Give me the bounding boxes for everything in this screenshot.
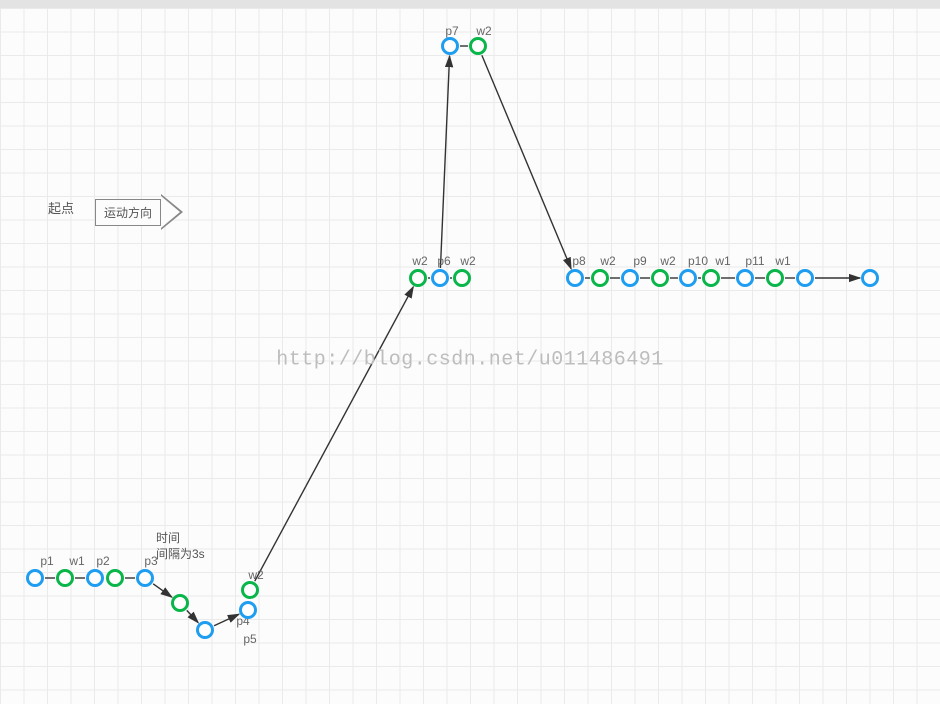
node-label: p7 [445, 24, 458, 38]
node-label: w2 [600, 254, 615, 268]
node-label: w1 [69, 554, 84, 568]
node-label: p8 [572, 254, 585, 268]
edge [255, 287, 414, 581]
p-node [679, 269, 697, 287]
node-label: p1 [40, 554, 53, 568]
node-label: p11 [745, 254, 764, 268]
w-node [453, 269, 471, 287]
arrow-right-icon [161, 194, 183, 230]
interval-label-line1: 时间 [156, 531, 180, 545]
p-node [566, 269, 584, 287]
w-node [56, 569, 74, 587]
watermark: http://blog.csdn.net/u011486491 [276, 349, 664, 372]
p-node [621, 269, 639, 287]
p-node [431, 269, 449, 287]
direction-arrow: 运动方向 [95, 194, 183, 230]
edge [214, 614, 239, 626]
edges-layer [0, 8, 940, 704]
w-node [702, 269, 720, 287]
p-node [441, 37, 459, 55]
node-label: w1 [715, 254, 730, 268]
edge [440, 56, 449, 268]
p-node [736, 269, 754, 287]
start-label: 起点 [48, 198, 74, 217]
node-label: w2 [660, 254, 675, 268]
node-label: w1 [775, 254, 790, 268]
node-label: w2 [476, 24, 491, 38]
node-label: p2 [96, 554, 109, 568]
w-node [106, 569, 124, 587]
interval-label-line2: 间隔为3s [156, 547, 205, 561]
direction-arrow-label: 运动方向 [95, 199, 161, 226]
p-node [196, 621, 214, 639]
node-label: p5 [243, 632, 256, 646]
node-label: p6 [437, 254, 450, 268]
node-label: w2 [248, 568, 263, 582]
p-node [796, 269, 814, 287]
w-node [409, 269, 427, 287]
w-node [651, 269, 669, 287]
p-node [86, 569, 104, 587]
w-node [241, 581, 259, 599]
p-node [239, 601, 257, 619]
node-label: w2 [412, 254, 427, 268]
p-node [861, 269, 879, 287]
node-label: p9 [633, 254, 646, 268]
p-node [136, 569, 154, 587]
w-node [469, 37, 487, 55]
w-node [171, 594, 189, 612]
edge [482, 55, 571, 269]
p-node [26, 569, 44, 587]
interval-label: 时间 间隔为3s [156, 531, 205, 562]
w-node [591, 269, 609, 287]
node-label: p3 [144, 554, 157, 568]
node-label: w2 [460, 254, 475, 268]
w-node [766, 269, 784, 287]
edge [187, 610, 198, 622]
edge [153, 584, 172, 597]
diagram-canvas: 起点 运动方向 时间 间隔为3s p1w1p2p3p4p5w2w2p6w2p7w… [0, 0, 940, 704]
node-label: p10 [688, 254, 708, 268]
